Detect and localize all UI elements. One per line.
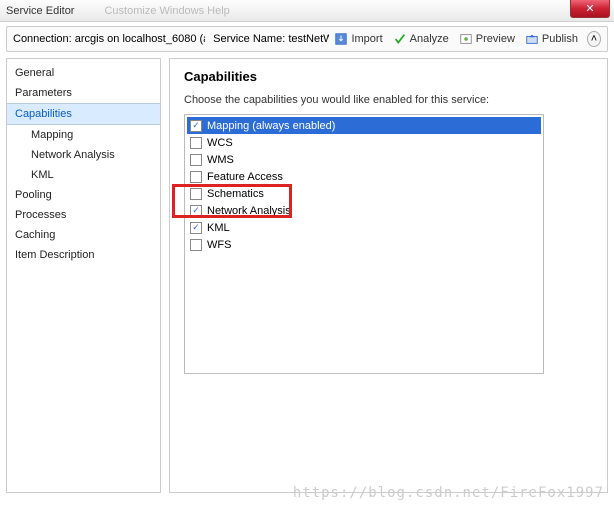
sidebar-item-processes[interactable]: Processes	[7, 205, 160, 225]
checkbox-icon[interactable]: ✓	[190, 205, 202, 217]
content-area: GeneralParametersCapabilitiesMappingNetw…	[0, 52, 614, 499]
panel-description: Choose the capabilities you would like e…	[184, 94, 593, 106]
publish-icon	[525, 32, 539, 46]
import-icon	[334, 32, 348, 46]
sidebar-item-kml[interactable]: KML	[7, 165, 160, 185]
sidebar-item-general[interactable]: General	[7, 63, 160, 83]
analyze-button[interactable]: Analyze	[388, 30, 454, 48]
chevron-up-icon: ˄	[591, 33, 597, 45]
window-title: Service Editor	[6, 5, 74, 17]
capability-row-kml[interactable]: ✓ KML	[187, 219, 541, 236]
main-panel: Capabilities Choose the capabilities you…	[169, 58, 608, 493]
capability-label: WFS	[207, 239, 231, 251]
publish-button[interactable]: Publish	[520, 30, 583, 48]
capability-label: WCS	[207, 137, 233, 149]
checkbox-icon[interactable]	[190, 171, 202, 183]
capability-label: Feature Access	[207, 171, 283, 183]
capability-label: Schematics	[207, 188, 264, 200]
checkbox-icon[interactable]: ✓	[190, 120, 202, 132]
sidebar-item-pooling[interactable]: Pooling	[7, 185, 160, 205]
title-bar: Service Editor Customize Windows Help ✕	[0, 0, 614, 22]
sidebar: GeneralParametersCapabilitiesMappingNetw…	[6, 58, 161, 493]
connection-label: Connection: arcgis on localhost_6080 (ad…	[13, 33, 205, 45]
capability-label: WMS	[207, 154, 234, 166]
capability-row-schematics[interactable]: Schematics	[187, 185, 541, 202]
preview-button[interactable]: Preview	[454, 30, 520, 48]
window-menu-faded: Customize Windows Help	[104, 5, 229, 17]
sidebar-item-network-analysis[interactable]: Network Analysis	[7, 145, 160, 165]
capability-label: Mapping (always enabled)	[207, 120, 335, 132]
toolbar: Connection: arcgis on localhost_6080 (ad…	[6, 26, 608, 52]
panel-heading: Capabilities	[184, 69, 593, 84]
sidebar-item-caching[interactable]: Caching	[7, 225, 160, 245]
sidebar-item-parameters[interactable]: Parameters	[7, 83, 160, 103]
capability-row-wcs[interactable]: WCS	[187, 134, 541, 151]
watermark-text: https://blog.csdn.net/FireFox1997	[293, 485, 604, 501]
checkbox-icon[interactable]	[190, 154, 202, 166]
capability-row-mapping-always-enabled-[interactable]: ✓ Mapping (always enabled)	[187, 117, 541, 134]
sidebar-item-item-description[interactable]: Item Description	[7, 245, 160, 265]
capability-row-feature-access[interactable]: Feature Access	[187, 168, 541, 185]
checkbox-icon[interactable]	[190, 188, 202, 200]
check-icon	[393, 32, 407, 46]
import-button[interactable]: Import	[329, 30, 387, 48]
capabilities-list: ✓ Mapping (always enabled) WCS WMS Feature A…	[184, 114, 544, 374]
capability-row-wfs[interactable]: WFS	[187, 236, 541, 253]
checkbox-icon[interactable]	[190, 239, 202, 251]
capability-label: Network Analysis	[207, 205, 291, 217]
capability-row-wms[interactable]: WMS	[187, 151, 541, 168]
sidebar-item-capabilities[interactable]: Capabilities	[7, 103, 160, 125]
close-button[interactable]: ✕	[570, 0, 610, 18]
checkbox-icon[interactable]: ✓	[190, 222, 202, 234]
close-icon: ✕	[585, 2, 594, 15]
service-name-label: Service Name: testNetWork	[213, 33, 329, 45]
sidebar-item-mapping[interactable]: Mapping	[7, 125, 160, 145]
collapse-toggle[interactable]: ˄	[587, 31, 601, 47]
preview-icon	[459, 32, 473, 46]
checkbox-icon[interactable]	[190, 137, 202, 149]
capability-label: KML	[207, 222, 230, 234]
capability-row-network-analysis[interactable]: ✓ Network Analysis	[187, 202, 541, 219]
